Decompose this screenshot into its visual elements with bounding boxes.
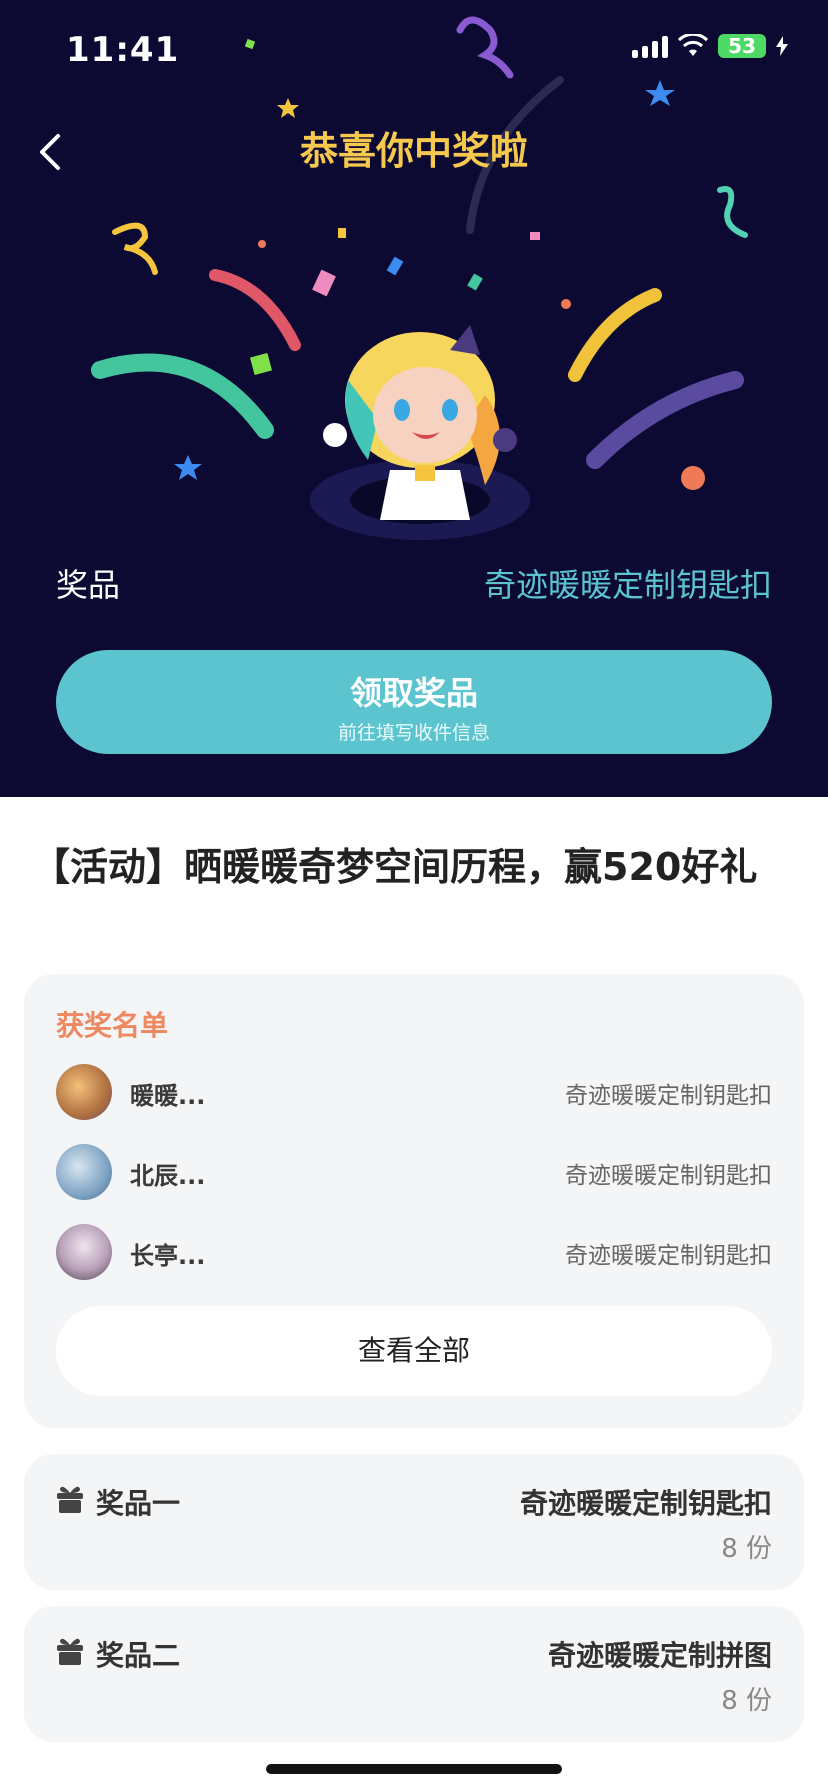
winner-prize: 奇迹暖暖定制钥匙扣 bbox=[565, 1083, 772, 1109]
avatar bbox=[56, 1224, 112, 1280]
prize-count: 8 份 bbox=[721, 1534, 772, 1564]
prize-label: 奖品 bbox=[56, 566, 121, 604]
status-time: 11:41 bbox=[66, 30, 180, 70]
charging-icon bbox=[776, 36, 788, 56]
prize-item-name: 奇迹暖暖定制钥匙扣 bbox=[519, 1487, 772, 1520]
activity-title: 【活动】晒暖暖奇梦空间历程，赢520好礼 bbox=[32, 845, 758, 889]
winner-name: 北辰... bbox=[130, 1162, 206, 1190]
page-title: 恭喜你中奖啦 bbox=[299, 129, 528, 173]
gift-icon bbox=[57, 1486, 83, 1513]
winner-row: 暖暖... 奇迹暖暖定制钥匙扣 bbox=[56, 1064, 772, 1120]
winner-row: 北辰... 奇迹暖暖定制钥匙扣 bbox=[56, 1144, 772, 1200]
winners-card: 获奖名单 暖暖... 奇迹暖暖定制钥匙扣 北辰... 奇迹暖暖定制钥匙扣 长亭.… bbox=[24, 974, 804, 1428]
winner-prize: 奇迹暖暖定制钥匙扣 bbox=[565, 1163, 772, 1189]
winner-prize: 奇迹暖暖定制钥匙扣 bbox=[565, 1243, 772, 1269]
home-indicator[interactable] bbox=[266, 1764, 562, 1774]
gift-icon bbox=[57, 1638, 83, 1665]
prize-tier-name: 奖品二 bbox=[96, 1639, 181, 1672]
wifi-icon bbox=[678, 34, 708, 56]
battery-icon: 53 bbox=[718, 34, 766, 58]
status-icons: 53 bbox=[632, 34, 788, 58]
battery-level: 53 bbox=[728, 34, 756, 58]
prize-count: 8 份 bbox=[721, 1686, 772, 1716]
winner-row: 长亭... 奇迹暖暖定制钥匙扣 bbox=[56, 1224, 772, 1280]
prize-item-name: 奇迹暖暖定制拼图 bbox=[547, 1639, 772, 1672]
claim-button-title: 领取奖品 bbox=[349, 674, 478, 712]
claim-button-subtitle: 前往填写收件信息 bbox=[337, 722, 490, 744]
winner-name: 长亭... bbox=[130, 1242, 206, 1270]
status-bar: 11:41 53 bbox=[0, 0, 828, 100]
avatar bbox=[56, 1144, 112, 1200]
mascot-illustration bbox=[310, 325, 530, 540]
signal-icon bbox=[632, 34, 668, 58]
prize-card: 奖品二 奇迹暖暖定制拼图 8 份 bbox=[24, 1606, 804, 1742]
winner-name: 暖暖... bbox=[130, 1082, 206, 1110]
avatar bbox=[56, 1064, 112, 1120]
prize-tier-name: 奖品一 bbox=[96, 1487, 181, 1520]
prize-card: 奖品一 奇迹暖暖定制钥匙扣 8 份 bbox=[24, 1454, 804, 1590]
hero-banner: 11:41 53 恭喜你中奖啦 奖品 奇迹暖暖定制钥匙扣 领取奖品 前往填写收件… bbox=[0, 0, 828, 797]
view-all-button[interactable]: 查看全部 bbox=[56, 1306, 772, 1396]
prize-value: 奇迹暖暖定制钥匙扣 bbox=[483, 566, 772, 604]
claim-prize-button[interactable]: 领取奖品 前往填写收件信息 bbox=[56, 650, 772, 754]
winners-heading: 获奖名单 bbox=[56, 1009, 169, 1042]
